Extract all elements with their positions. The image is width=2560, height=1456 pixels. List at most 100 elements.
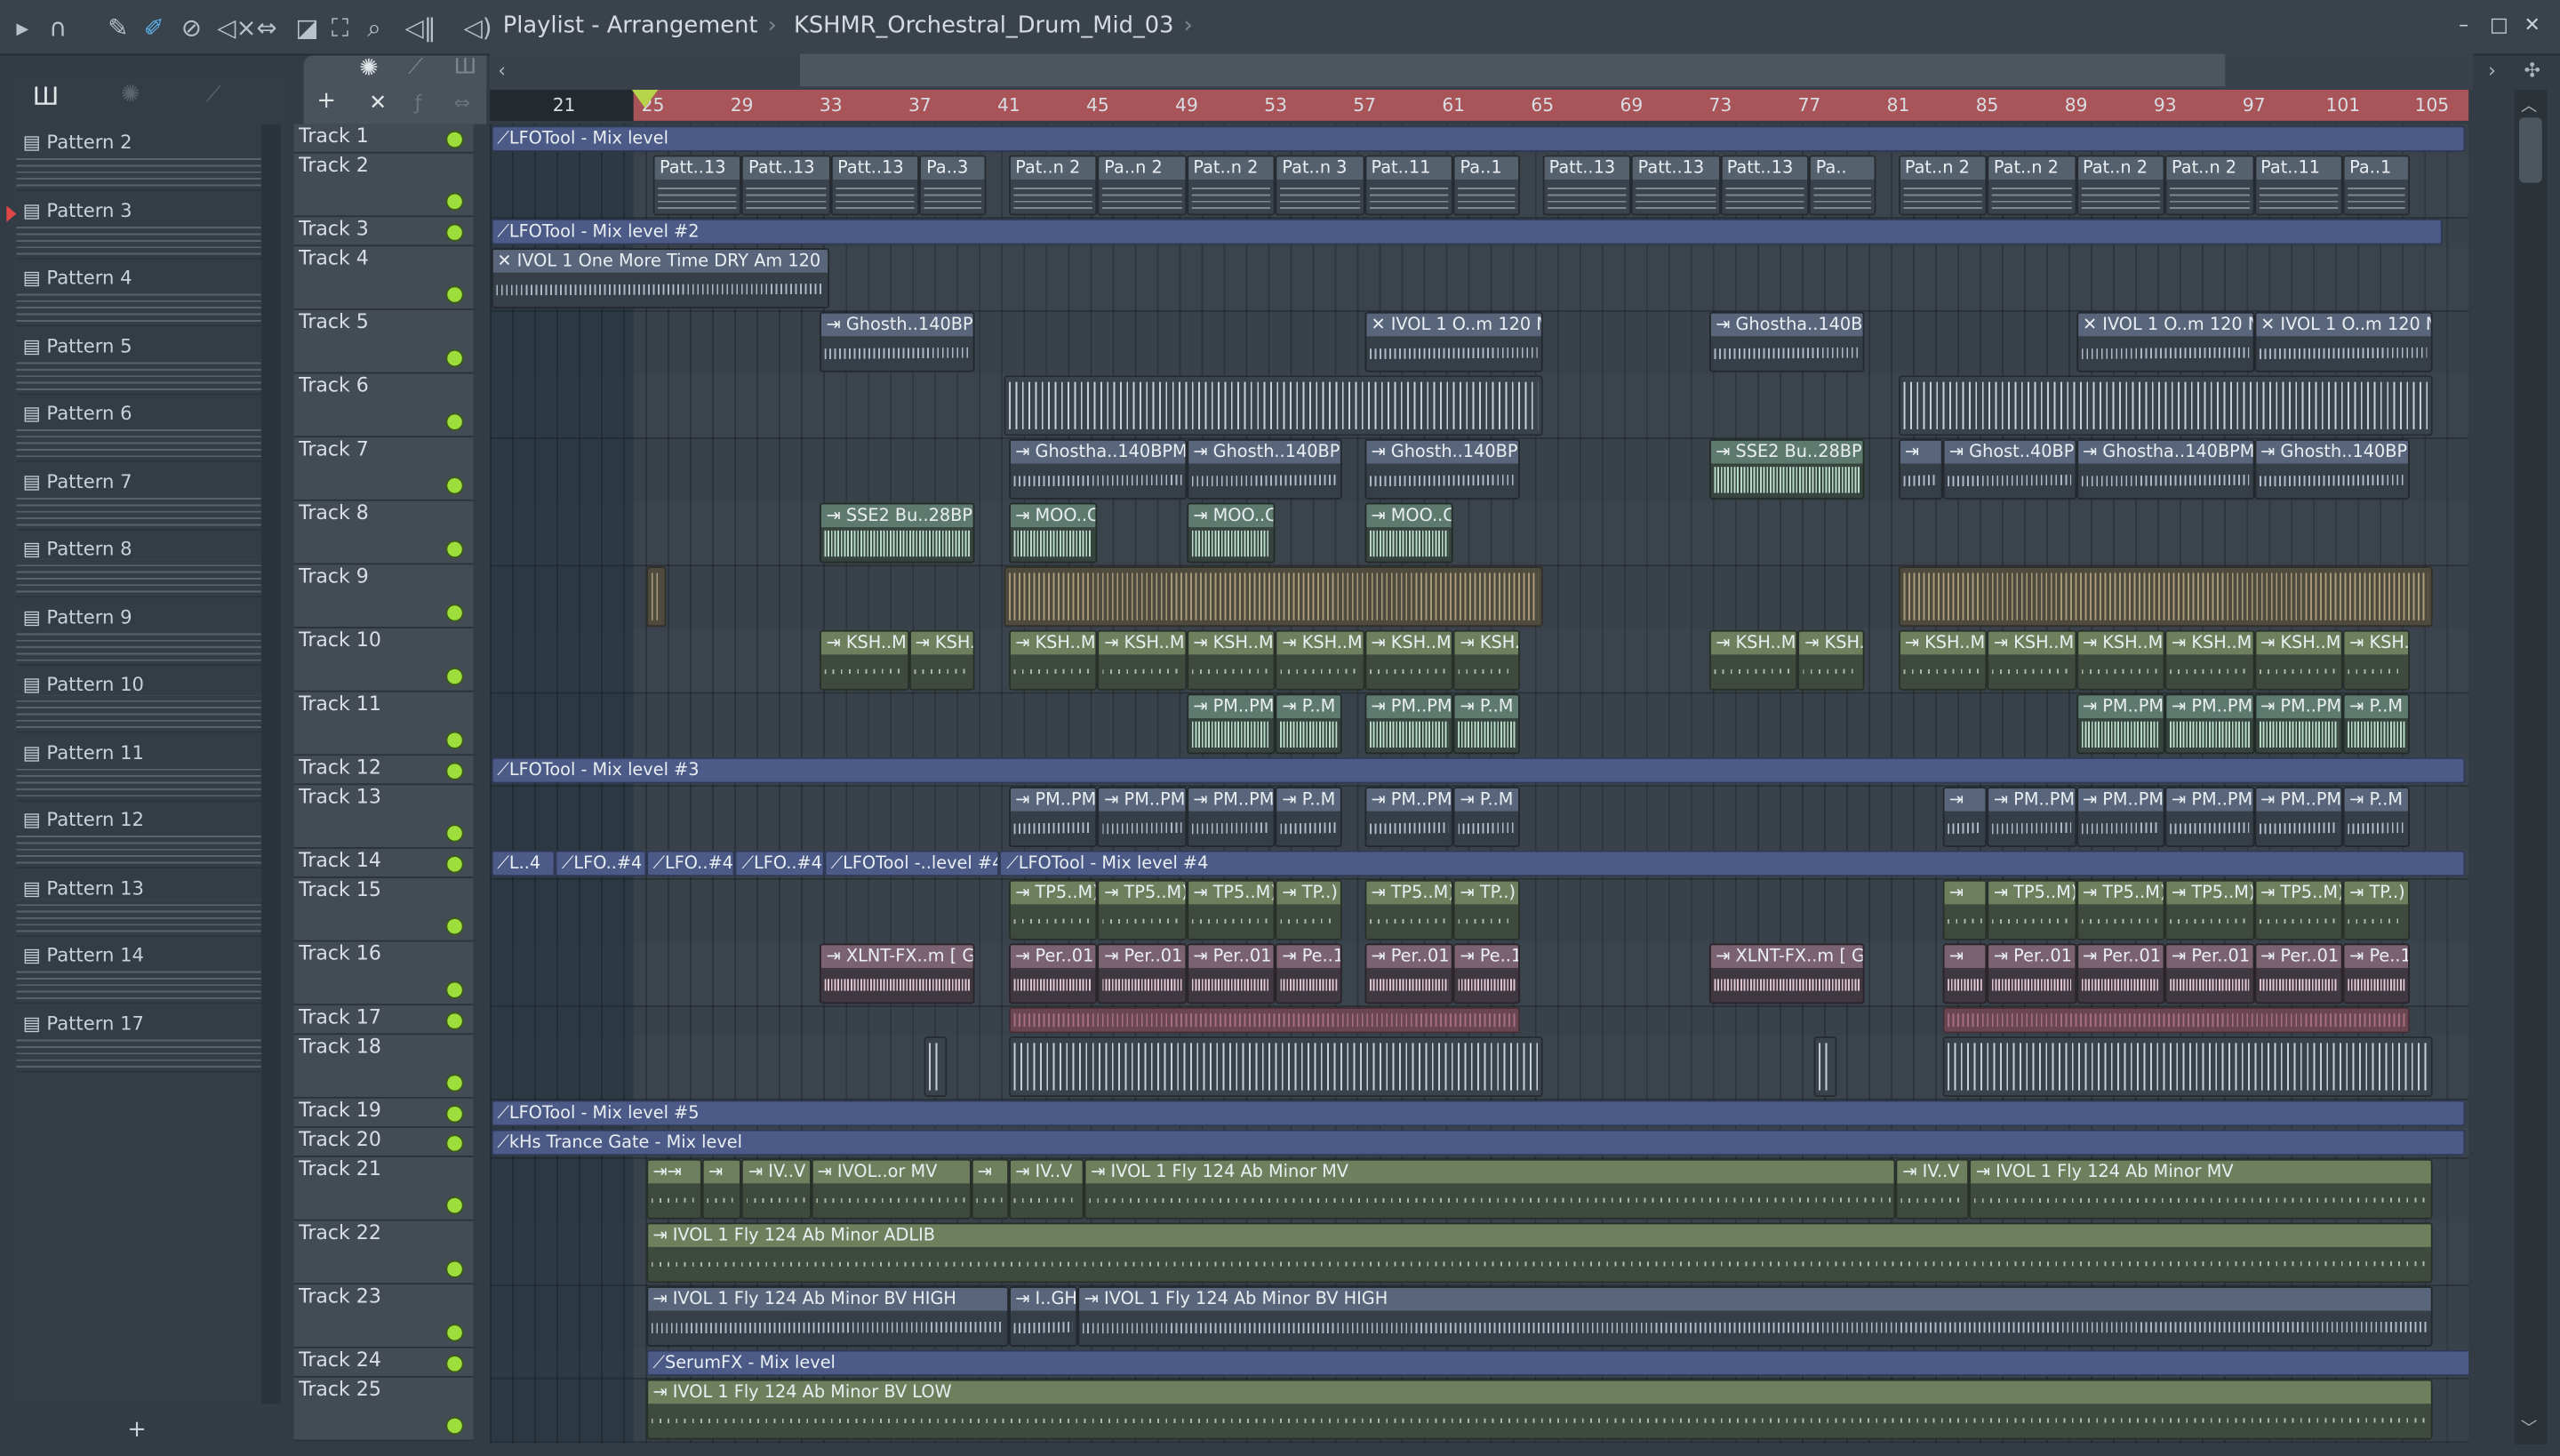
audio-clip[interactable]: ⇥ KSH..M: [1364, 629, 1454, 691]
pattern-item[interactable]: ▤ Pattern 7: [16, 469, 261, 534]
mute-toggle[interactable]: [445, 1105, 464, 1124]
vertical-scrollbar[interactable]: [2514, 89, 2548, 1445]
audio-clip[interactable]: [1008, 1006, 1521, 1034]
mute-toggle[interactable]: [445, 348, 464, 368]
track-header[interactable]: Track 22: [293, 1220, 474, 1285]
audio-clip[interactable]: ⇥ XLNT-FX..m [ G ]: [1708, 943, 1865, 1004]
automation-clip[interactable]: ⟋L..4: [490, 850, 556, 877]
audio-clip[interactable]: ⇥ TP5..M): [1987, 879, 2076, 940]
automation-clip[interactable]: ⟋LFOTool - Mix level #4: [999, 850, 2466, 877]
stretch-icon[interactable]: ⇔: [454, 92, 470, 115]
audio-clip[interactable]: ⇥ TP5..M): [1097, 879, 1187, 940]
audio-clip[interactable]: ✕ IVOL 1 O..m 120 MV: [1364, 311, 1543, 372]
audio-clip[interactable]: ⇥ PM..PM: [1097, 787, 1187, 848]
audio-clip[interactable]: ⇥ Per..01: [2253, 943, 2343, 1004]
audio-clip[interactable]: ⇥ KSH..: [908, 629, 976, 691]
vertical-scroll-thumb[interactable]: [2519, 117, 2542, 183]
track-header[interactable]: Track 5: [293, 309, 474, 374]
audio-clip[interactable]: ⇥ KSH..M: [1987, 629, 2076, 691]
automation-clip[interactable]: ⟋kHs Trance Gate - Mix level: [490, 1129, 2466, 1156]
minimize-button[interactable]: –: [2459, 13, 2468, 36]
track-header[interactable]: Track 4: [293, 246, 474, 310]
audio-clip[interactable]: ⇥: [1898, 438, 1943, 500]
track-header[interactable]: Track 12: [293, 756, 474, 786]
pattern-item[interactable]: ▤ Pattern 11: [16, 740, 261, 805]
scroll-right-button[interactable]: ›: [2488, 59, 2496, 82]
playback-icon[interactable]: ◁‖: [405, 13, 436, 43]
speaker-icon[interactable]: ◁): [464, 13, 492, 43]
audio-clip[interactable]: ⇥ Ghosth..140BPM: [1186, 438, 1343, 500]
audio-clip[interactable]: ⇥ KSH..M: [1097, 629, 1187, 691]
track-name[interactable]: Track 5: [299, 310, 369, 333]
close-button[interactable]: ✕: [2524, 13, 2540, 36]
audio-clip[interactable]: ⇥ KSH..M: [2253, 629, 2343, 691]
mute-toggle[interactable]: [445, 731, 464, 749]
audio-clip[interactable]: ⇥ P..M: [2342, 787, 2410, 848]
track-name[interactable]: Track 16: [299, 942, 381, 965]
audio-clip[interactable]: ⇥ Per..01: [1186, 943, 1276, 1004]
pattern-item[interactable]: ▤ Pattern 14: [16, 943, 261, 1008]
pattern-item[interactable]: ▤ Pattern 5: [16, 334, 261, 399]
track-header[interactable]: Track 16: [293, 941, 474, 1006]
playlist-grid[interactable]: ⟋LFOTool - Mix level Patt..13 Patt..13 Patt…: [490, 124, 2469, 1444]
curve-icon[interactable]: ƒ: [415, 92, 422, 115]
pattern-clip[interactable]: Pa..1: [2342, 155, 2410, 216]
track-name[interactable]: Track 2: [299, 154, 369, 177]
mute-toggle[interactable]: [445, 1416, 464, 1436]
track-name[interactable]: Track 17: [299, 1005, 381, 1028]
mute-toggle[interactable]: [445, 855, 464, 874]
mute-toggle[interactable]: [445, 917, 464, 936]
audio-clip[interactable]: ⇥ TP5..M): [2076, 879, 2165, 940]
mute-toggle[interactable]: [445, 1324, 464, 1342]
track-name[interactable]: Track 23: [299, 1284, 381, 1308]
pattern-clip[interactable]: Pa..3: [919, 155, 987, 216]
track-name[interactable]: Track 20: [299, 1128, 381, 1151]
audio-clip[interactable]: ⇥ Per..01: [1097, 943, 1187, 1004]
audio-clip[interactable]: ⇥ Ghostha..140BPM: [2076, 438, 2254, 500]
audio-clip[interactable]: ⇥ Ghostha..140BPM: [1708, 311, 1865, 372]
track-name[interactable]: Track 1: [299, 124, 369, 148]
audio-clip[interactable]: ⇥: [1942, 943, 1988, 1004]
automation-clip[interactable]: ⟋LFO..#4: [735, 850, 825, 877]
pattern-clip[interactable]: Patt..13: [1720, 155, 1810, 216]
track-lane[interactable]: [490, 500, 2469, 567]
audio-clip[interactable]: ⇥ Ghost..40BPM: [1942, 438, 2076, 500]
track-name[interactable]: Track 15: [299, 878, 381, 901]
breadcrumb-pattern[interactable]: KSHMR_Orchestral_Drum_Mid_03: [794, 13, 1174, 39]
audio-clip[interactable]: [1004, 375, 1543, 436]
slip-icon[interactable]: ⇔: [256, 13, 276, 43]
track-header[interactable]: Track 1: [293, 124, 474, 154]
pattern-clip[interactable]: Pa..: [1809, 155, 1876, 216]
audio-clip[interactable]: [924, 1036, 947, 1097]
automation-clip[interactable]: ⟋SerumFX - Mix level: [646, 1349, 2469, 1377]
add-pattern-button[interactable]: +: [127, 1417, 147, 1443]
track-header[interactable]: Track 17: [293, 1005, 474, 1036]
track-name[interactable]: Track 18: [299, 1035, 381, 1058]
playhead-marker[interactable]: [630, 89, 658, 108]
automation-clip[interactable]: ⟋LFOTool - Mix level #5: [490, 1100, 2466, 1127]
track-name[interactable]: Track 21: [299, 1157, 381, 1180]
pattern-item[interactable]: ▤ Pattern 4: [16, 266, 261, 331]
pattern-item[interactable]: ▤ Pattern 2: [16, 131, 261, 196]
audio-clip[interactable]: ⇥ Pe..1: [1276, 943, 1343, 1004]
audio-clip[interactable]: ⇥ IV..V: [1896, 1158, 1970, 1220]
track-header[interactable]: Track 3: [293, 217, 474, 247]
track-name[interactable]: Track 11: [299, 692, 381, 716]
mute-toggle[interactable]: [445, 668, 464, 686]
mute-toggle[interactable]: [445, 1012, 464, 1030]
automation-clip[interactable]: ⟋LFOTool - Mix level: [490, 125, 2466, 152]
audio-clip[interactable]: ⇥ Pe..1: [2342, 943, 2410, 1004]
scroll-up-button[interactable]: ︿: [2521, 92, 2537, 116]
pattern-clip[interactable]: Pat..11: [2253, 155, 2343, 216]
audio-wave-icon[interactable]: ✺: [359, 55, 379, 81]
automation-icon[interactable]: ⟋: [205, 82, 221, 108]
audio-clip[interactable]: ⇥ KSH..: [1797, 629, 1865, 691]
track-header[interactable]: Track 9: [293, 564, 474, 628]
audio-clip[interactable]: ⇥ PM..PM: [1364, 787, 1454, 848]
mute-icon[interactable]: ◁×: [217, 13, 256, 43]
automation-clip[interactable]: ⟋LFOTool -..level #4: [824, 850, 1000, 877]
mute-toggle[interactable]: [445, 285, 464, 304]
audio-clip[interactable]: ✕ IVOL 1 O..m 120 MV: [2253, 311, 2432, 372]
audio-clip[interactable]: ⇥ PM..PM: [1186, 787, 1276, 848]
pattern-clip[interactable]: Patt..13: [830, 155, 920, 216]
